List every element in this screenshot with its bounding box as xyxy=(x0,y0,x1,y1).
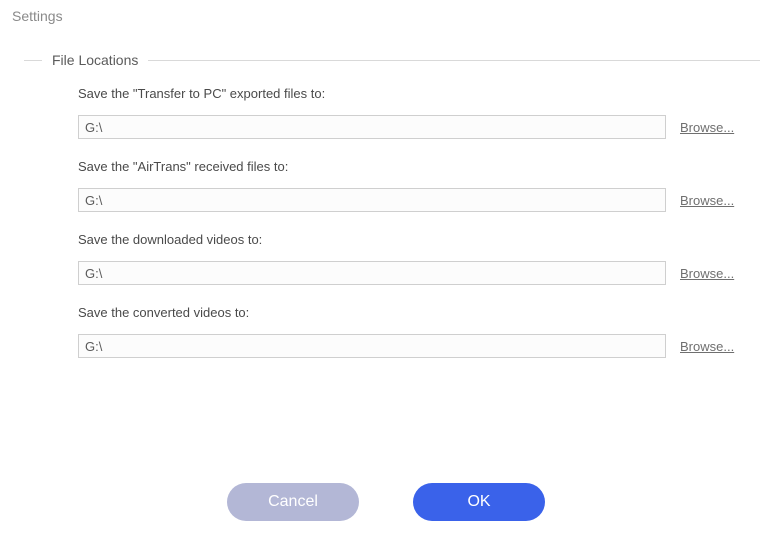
converted-videos-path-input[interactable] xyxy=(78,334,666,358)
airtrans-path-input[interactable] xyxy=(78,188,666,212)
divider-right xyxy=(148,60,760,61)
window-title: Settings xyxy=(0,0,772,24)
field-group-downloaded-videos: Save the downloaded videos to: Browse... xyxy=(78,232,750,285)
section-title: File Locations xyxy=(52,52,138,68)
field-label: Save the downloaded videos to: xyxy=(78,232,750,247)
downloaded-videos-path-input[interactable] xyxy=(78,261,666,285)
browse-link[interactable]: Browse... xyxy=(680,266,750,281)
browse-link[interactable]: Browse... xyxy=(680,339,750,354)
ok-button[interactable]: OK xyxy=(413,483,545,521)
field-group-transfer-to-pc: Save the "Transfer to PC" exported files… xyxy=(78,86,750,139)
transfer-to-pc-path-input[interactable] xyxy=(78,115,666,139)
field-row: Browse... xyxy=(78,334,750,358)
field-label: Save the "AirTrans" received files to: xyxy=(78,159,750,174)
field-row: Browse... xyxy=(78,261,750,285)
content-area: File Locations Save the "Transfer to PC"… xyxy=(0,24,772,358)
divider-left xyxy=(24,60,42,61)
browse-link[interactable]: Browse... xyxy=(680,193,750,208)
field-group-airtrans: Save the "AirTrans" received files to: B… xyxy=(78,159,750,212)
file-location-fields: Save the "Transfer to PC" exported files… xyxy=(24,86,760,358)
button-bar: Cancel OK xyxy=(0,483,772,521)
field-row: Browse... xyxy=(78,115,750,139)
field-label: Save the "Transfer to PC" exported files… xyxy=(78,86,750,101)
section-header: File Locations xyxy=(24,52,760,68)
field-row: Browse... xyxy=(78,188,750,212)
field-label: Save the converted videos to: xyxy=(78,305,750,320)
cancel-button[interactable]: Cancel xyxy=(227,483,359,521)
browse-link[interactable]: Browse... xyxy=(680,120,750,135)
field-group-converted-videos: Save the converted videos to: Browse... xyxy=(78,305,750,358)
